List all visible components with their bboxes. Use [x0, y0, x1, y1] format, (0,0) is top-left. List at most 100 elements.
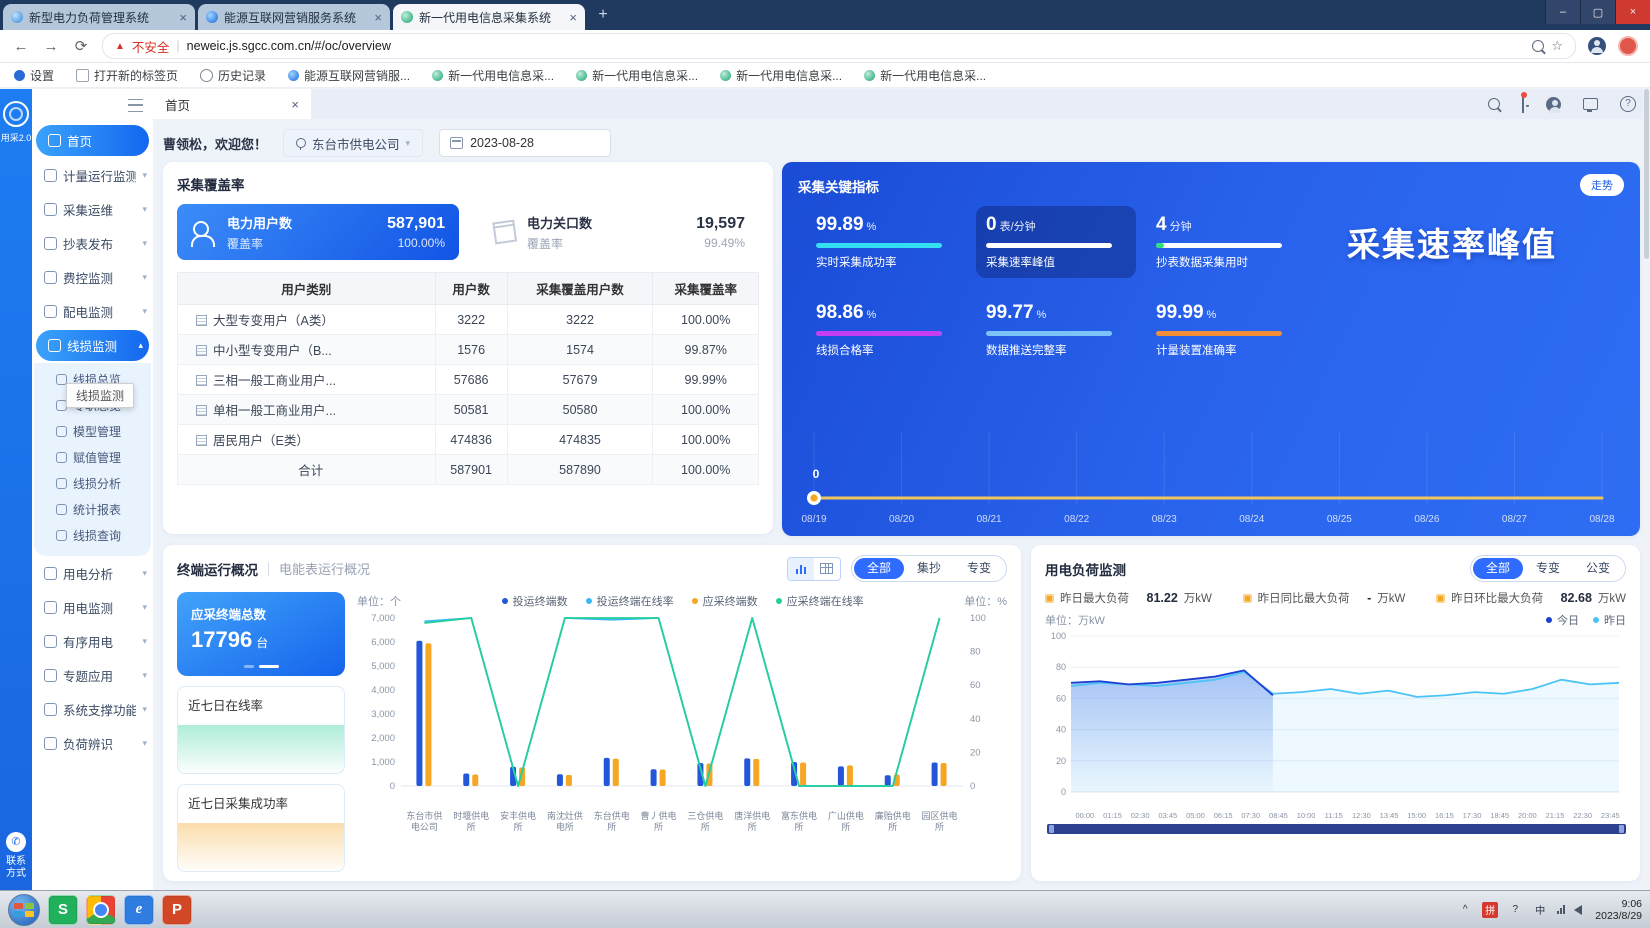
app-search-icon[interactable] [1488, 98, 1500, 110]
table-row[interactable]: 居民用户（E类）474836474835100.00% [178, 425, 759, 455]
mini-card-success-rate[interactable]: 近七日采集成功率 [177, 784, 345, 872]
sidebar-item-专题应用[interactable]: 专题应用▾ [32, 658, 153, 692]
sidebar-item-采集运维[interactable]: 采集运维▾ [32, 192, 153, 226]
terminal-pill-集抄[interactable]: 集抄 [904, 558, 954, 579]
tab-terminal-overview[interactable]: 终端运行概况 [177, 559, 258, 579]
load-pill-专变[interactable]: 专变 [1523, 558, 1573, 579]
sidebar-item-计量运行监测[interactable]: 计量运行监测▾ [32, 158, 153, 192]
sidebar-subitem-统计报表[interactable]: 统计报表 [34, 496, 151, 522]
kpi-metric-采集速率峰值[interactable]: 0表/分钟采集速率峰值 [976, 206, 1136, 278]
tab-meter-overview[interactable]: 电能表运行概况 [279, 559, 370, 578]
bookmark-item[interactable]: 新一代用电信息采... [864, 67, 986, 84]
kpi-metric-计量装置准确率[interactable]: 99.99%计量装置准确率 [1146, 294, 1306, 366]
bar-应采终端数[interactable] [753, 759, 759, 786]
terminal-summary-card[interactable]: 应采终端总数 17796台 [177, 592, 345, 676]
kpi-metric-抄表数据采集用时[interactable]: 4分钟抄表数据采集用时 [1146, 206, 1306, 278]
network-icon[interactable] [1557, 905, 1565, 914]
kpi-metric-数据推送完整率[interactable]: 99.77%数据推送完整率 [976, 294, 1136, 366]
browser-profile-icon[interactable] [1588, 37, 1606, 55]
table-view-button[interactable] [814, 558, 840, 580]
terminal-chart-area[interactable]: 单位：个 投运终端数投运终端在线率应采终端数应采终端在线率 单位：% 01,00… [357, 592, 1007, 872]
bookmark-item[interactable]: 打开新的标签页 [76, 67, 178, 84]
table-row[interactable]: 三相一般工商业用户...576865767999.99% [178, 365, 759, 395]
sidebar-item-系统支撑功能[interactable]: 系统支撑功能▾ [32, 692, 153, 726]
browser-tab-2[interactable]: 能源互联网营销服务系统 × [198, 4, 390, 30]
ime-language-icon[interactable]: 中 [1532, 902, 1548, 918]
sidebar-item-费控监测[interactable]: 费控监测▾ [32, 260, 153, 294]
sidebar-item-首页[interactable]: 首页 [36, 125, 149, 156]
trend-badge[interactable]: 走势 [1580, 174, 1624, 196]
help-tray-icon[interactable]: ? [1507, 902, 1523, 918]
kpi-metric-实时采集成功率[interactable]: 99.89%实时采集成功率 [806, 206, 966, 278]
help-icon[interactable]: ? [1620, 96, 1636, 112]
table-row[interactable]: 合计587901587890100.00% [178, 455, 759, 485]
bookmark-item[interactable]: 设置 [14, 67, 54, 84]
volume-icon[interactable] [1574, 905, 1582, 915]
sidebar-item-用电分析[interactable]: 用电分析▾ [32, 556, 153, 590]
sidebar-subitem-线损查询[interactable]: 线损查询 [34, 522, 151, 548]
legend-item-应采终端数[interactable]: 应采终端数 [692, 593, 758, 609]
bar-投运终端数[interactable] [838, 766, 844, 786]
bar-应采终端数[interactable] [941, 763, 947, 786]
sidebar-subitem-模型管理[interactable]: 模型管理 [34, 418, 151, 444]
address-bar[interactable]: ▲ 不安全 | neweic.js.sgcc.com.cn/#/oc/overv… [102, 33, 1576, 59]
bookmark-item[interactable]: 新一代用电信息采... [720, 67, 842, 84]
bar-应采终端数[interactable] [613, 759, 619, 786]
page-tab-home[interactable]: 首页 × [153, 89, 311, 119]
back-icon[interactable]: ← [12, 38, 30, 55]
bar-应采终端数[interactable] [847, 765, 853, 786]
legend-item-应采终端在线率[interactable]: 应采终端在线率 [776, 593, 864, 609]
chrome-icon[interactable] [86, 895, 116, 925]
contact-label[interactable]: 联系方式 [0, 856, 32, 880]
legend-item-投运终端数[interactable]: 投运终端数 [502, 593, 568, 609]
legend-item-今日[interactable]: 今日 [1546, 612, 1579, 628]
bar-应采终端数[interactable] [425, 643, 431, 786]
bookmark-item[interactable]: 能源互联网营销服... [288, 67, 410, 84]
page-scrollbar[interactable] [1643, 89, 1650, 890]
bar-投运终端数[interactable] [932, 762, 938, 786]
user-avatar-icon[interactable] [1546, 97, 1561, 112]
tab2-close-icon[interactable]: × [374, 10, 382, 25]
sidebar-item-负荷辨识[interactable]: 负荷辨识▾ [32, 726, 153, 760]
bar-投运终端数[interactable] [885, 775, 891, 786]
sidebar-item-有序用电[interactable]: 有序用电▾ [32, 624, 153, 658]
sidebar-subitem-赋值管理[interactable]: 赋值管理 [34, 444, 151, 470]
start-button[interactable] [8, 894, 40, 926]
sidebar-item-用电监测[interactable]: 用电监测▾ [32, 590, 153, 624]
browser-tab-3-active[interactable]: 新一代用电信息采集系统 × [393, 4, 585, 30]
org-selector[interactable]: 东台市供电公司 ▾ [283, 129, 423, 157]
table-row[interactable]: 单相一般工商业用户...5058150580100.00% [178, 395, 759, 425]
data-zoom-slider[interactable] [1047, 824, 1626, 834]
load-pill-公变[interactable]: 公变 [1573, 558, 1623, 579]
kpi-trend-chart[interactable]: 08/1908/2008/2108/2208/2308/2408/2508/26… [798, 426, 1624, 530]
tab1-close-icon[interactable]: × [179, 10, 187, 25]
line-应采终端在线率[interactable] [424, 618, 939, 786]
bar-投运终端数[interactable] [651, 769, 657, 786]
bookmark-star-icon[interactable]: ☆ [1551, 38, 1563, 54]
taskbar-clock[interactable]: 9:06 2023/8/29 [1595, 898, 1642, 922]
bar-应采终端数[interactable] [566, 775, 572, 786]
ie-icon[interactable]: e [124, 895, 154, 925]
reload-icon[interactable]: ⟳ [72, 37, 90, 55]
fullscreen-icon[interactable] [1583, 98, 1598, 110]
mini-card-online-rate[interactable]: 近七日在线率 [177, 686, 345, 774]
security-warning-icon[interactable]: ▲ [115, 41, 125, 52]
sidebar-item-配电监测[interactable]: 配电监测▾ [32, 294, 153, 328]
search-icon[interactable] [1532, 40, 1544, 52]
coverage-card-users[interactable]: 电力用户数 覆盖率 587,901 100.00% [177, 204, 459, 260]
bar-投运终端数[interactable] [744, 758, 750, 786]
bar-投运终端数[interactable] [463, 774, 469, 786]
table-row[interactable]: 大型专变用户（A类）32223222100.00% [178, 305, 759, 335]
new-tab-button[interactable]: + [589, 4, 617, 26]
browser-update-icon[interactable] [1618, 36, 1638, 56]
chart-view-button[interactable] [788, 558, 814, 580]
bookmark-item[interactable]: 新一代用电信息采... [576, 67, 698, 84]
tab3-close-icon[interactable]: × [569, 10, 577, 25]
bar-应采终端数[interactable] [472, 774, 478, 786]
date-picker[interactable]: 2023-08-28 [439, 129, 611, 157]
load-pill-全部[interactable]: 全部 [1473, 558, 1523, 579]
terminal-pill-专变[interactable]: 专变 [954, 558, 1004, 579]
terminal-pill-全部[interactable]: 全部 [854, 558, 904, 579]
close-button[interactable]: × [1615, 0, 1650, 24]
forward-icon[interactable]: → [42, 38, 60, 55]
